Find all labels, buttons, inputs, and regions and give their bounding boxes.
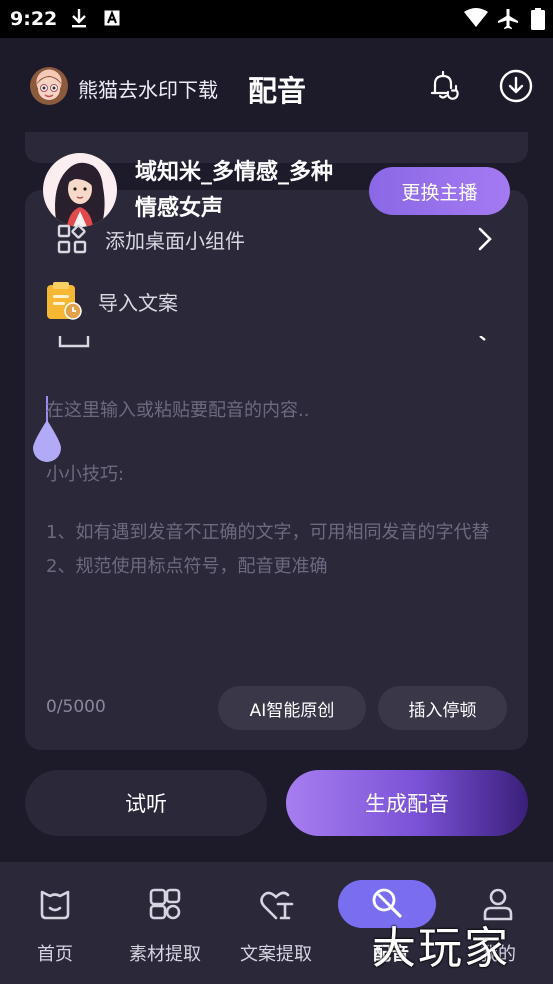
font-app-icon	[104, 10, 120, 26]
script-placeholder: 在这里输入或粘贴要配音的内容..	[46, 400, 310, 421]
tab-home[interactable]: 首页	[0, 862, 110, 984]
import-text-label: 导入文案	[98, 290, 178, 315]
tip-item: 2、规范使用标点符号，配音更准确	[46, 556, 328, 577]
partial-chevron-icon	[479, 336, 486, 341]
script-input[interactable]: 在这里输入或粘贴要配音的内容..	[46, 396, 506, 422]
tab-material-extract[interactable]: 素材提取	[110, 862, 220, 984]
import-text-row[interactable]: 导入文案	[44, 281, 504, 321]
add-widget-label: 添加桌面小组件	[105, 228, 245, 253]
wifi-icon	[464, 8, 488, 27]
battery-icon	[531, 8, 545, 30]
tab-text-extract-label: 文案提取	[240, 944, 312, 965]
tab-home-label: 首页	[37, 944, 73, 965]
change-anchor-button[interactable]: 更换主播	[369, 167, 510, 215]
download-icon	[72, 9, 86, 28]
watermark-text: 大玩家	[372, 923, 510, 974]
ai-original-button[interactable]: AI智能原创	[218, 686, 366, 730]
tip-item: 1、如有遇到发音不正确的文字，可用相同发音的字代替	[46, 522, 490, 543]
airplane-mode-icon	[498, 9, 518, 29]
app-bar: 熊猫去水印下载 配音	[0, 38, 553, 134]
tab-text-extract[interactable]: 文案提取	[221, 862, 331, 984]
download-circle-icon[interactable]	[498, 68, 534, 104]
anchor-portrait-icon	[55, 162, 105, 227]
home-icon	[40, 890, 70, 920]
status-time: 9:22	[10, 8, 58, 30]
char-counter: 0/5000	[46, 697, 106, 717]
material-icon	[149, 888, 181, 920]
tab-material-label: 素材提取	[129, 944, 201, 965]
chevron-right-icon	[478, 227, 492, 251]
clipboard-icon	[47, 282, 82, 320]
notification-refresh-icon[interactable]	[425, 68, 461, 104]
tips-title: 小小技巧:	[46, 464, 125, 485]
add-widget-row[interactable]: 添加桌面小组件	[55, 219, 505, 259]
username[interactable]: 熊猫去水印下载	[78, 74, 218, 103]
text-extract-icon	[260, 891, 294, 920]
cursor-handle-icon[interactable]	[31, 418, 63, 462]
insert-pause-button[interactable]: 插入停顿	[378, 686, 507, 730]
status-bar: 9:22	[0, 0, 553, 38]
anchor-avatar[interactable]	[43, 153, 117, 227]
user-avatar[interactable]	[30, 67, 68, 105]
partial-row-icon	[58, 336, 90, 348]
preview-button[interactable]: 试听	[25, 770, 267, 836]
anchor-name: 域知米_多情感_多种情感女声	[135, 160, 334, 221]
generate-dubbing-button[interactable]: 生成配音	[286, 770, 528, 836]
avatar-face-icon	[36, 76, 62, 100]
widget-grid-icon	[57, 224, 87, 254]
page-title: 配音	[248, 74, 307, 108]
tips-block: 小小技巧: 1、如有遇到发音不正确的文字，可用相同发音的字代替 2、规范使用标点…	[46, 458, 506, 584]
